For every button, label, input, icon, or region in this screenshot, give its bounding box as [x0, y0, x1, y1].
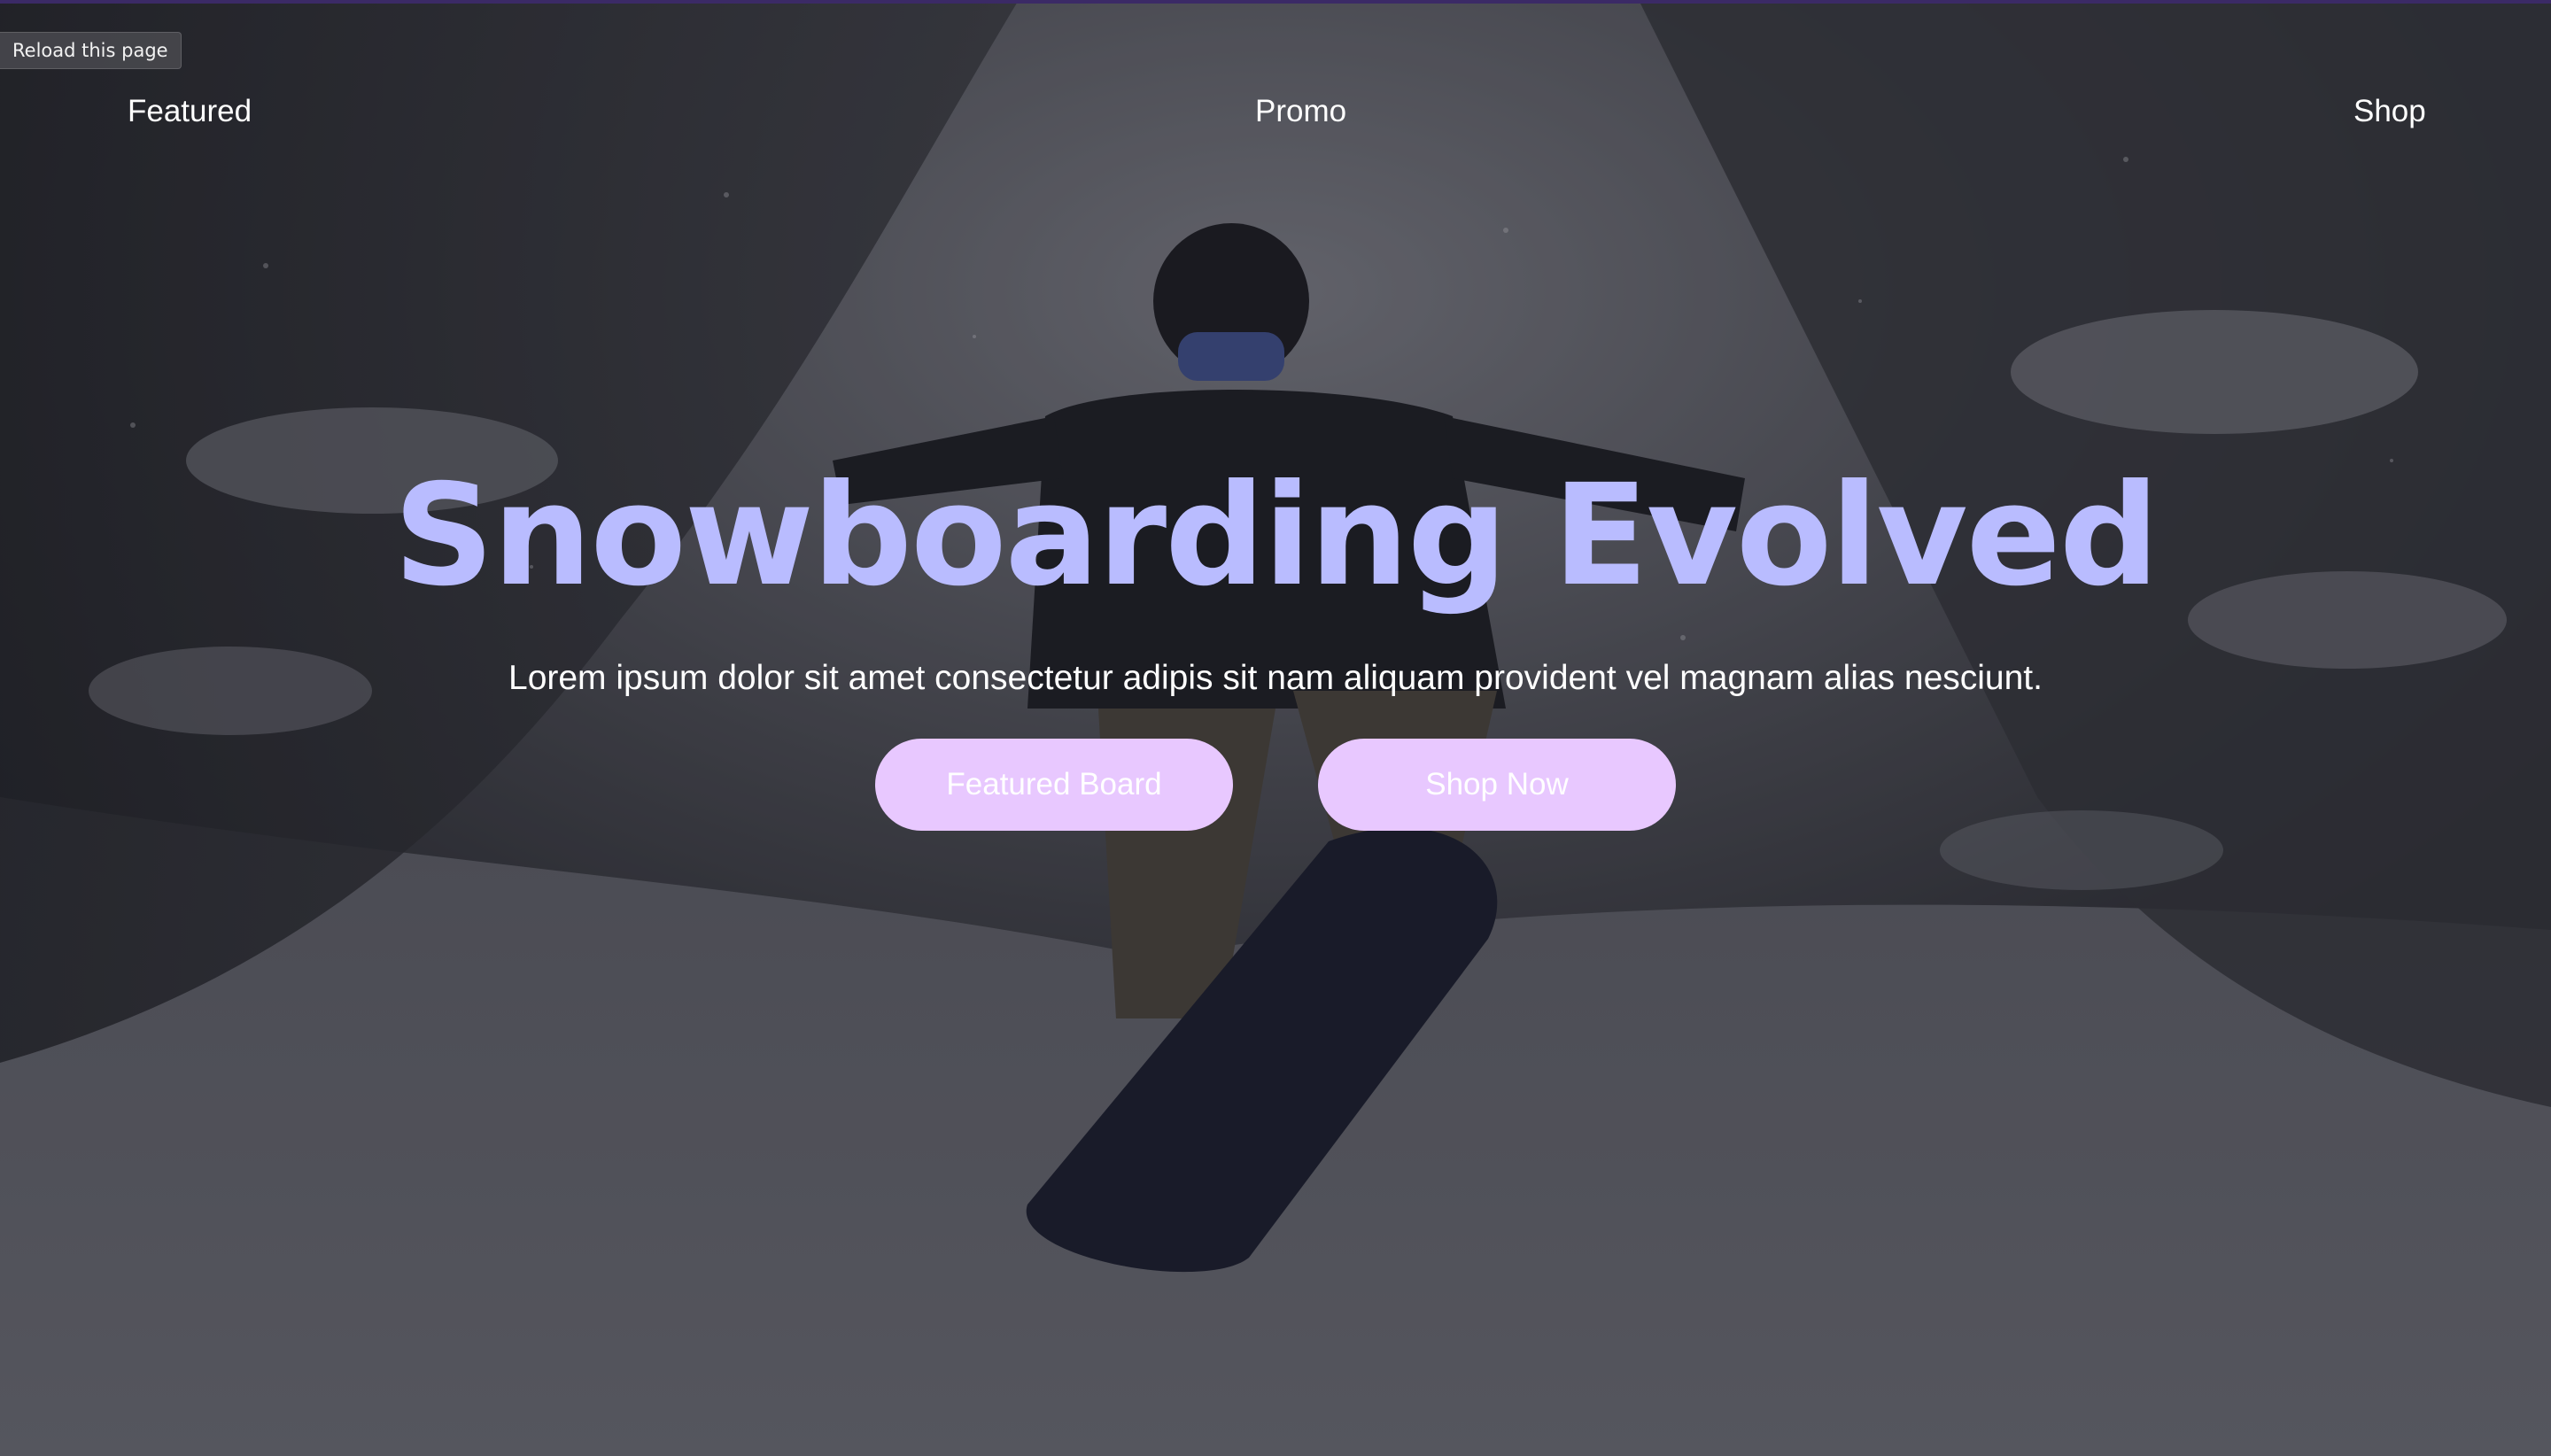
- hero-section: Snowboarding Evolved Lorem ipsum dolor s…: [0, 452, 2551, 831]
- nav-link-shop[interactable]: Shop: [2353, 89, 2426, 135]
- reload-page-tooltip: Reload this page: [0, 32, 182, 69]
- hero-subtitle: Lorem ipsum dolor sit amet consectetur a…: [508, 659, 2043, 697]
- shop-now-button[interactable]: Shop Now: [1318, 739, 1676, 831]
- hero-title: Snowboarding Evolved: [393, 454, 2159, 617]
- landing-page: Reload this page Featured Promo Shop Sno…: [0, 0, 2551, 1456]
- nav-link-featured[interactable]: Featured: [128, 89, 252, 135]
- nav-link-promo[interactable]: Promo: [1255, 89, 1346, 135]
- hero-button-group: Featured Board Shop Now: [0, 739, 2551, 831]
- featured-board-button[interactable]: Featured Board: [875, 739, 1233, 831]
- top-accent-line: [0, 0, 2551, 4]
